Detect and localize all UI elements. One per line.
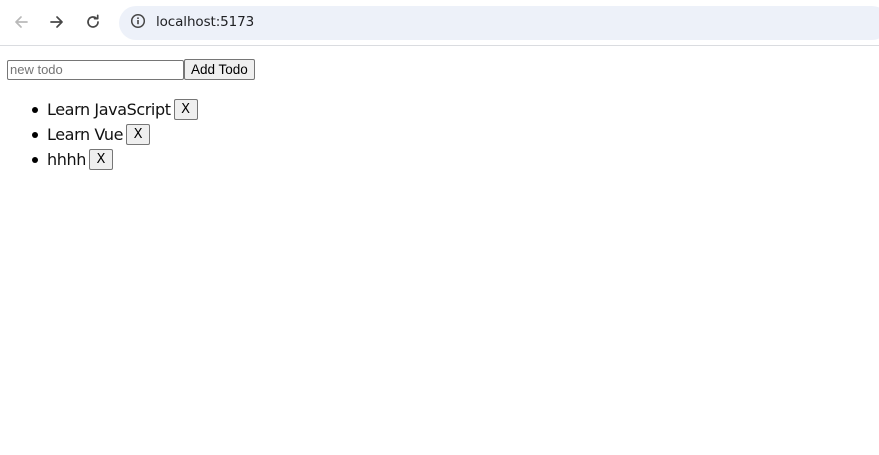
todo-text: Learn JavaScript (47, 100, 171, 119)
list-item: Learn Vue X (32, 122, 198, 147)
bullet-icon (32, 107, 38, 113)
add-todo-button[interactable]: Add Todo (184, 59, 255, 80)
todo-text: hhhh (47, 150, 86, 169)
address-bar[interactable]: localhost:5173 (119, 6, 879, 40)
site-info-button[interactable] (125, 10, 151, 36)
reload-button[interactable] (79, 8, 107, 36)
bullet-icon (32, 132, 38, 138)
arrow-left-icon (13, 14, 29, 30)
url-text[interactable]: localhost:5173 (156, 14, 254, 30)
list-item: Learn JavaScript X (32, 97, 198, 122)
delete-todo-button[interactable]: X (173, 99, 198, 120)
bullet-icon (32, 157, 38, 163)
arrow-right-icon (49, 14, 65, 30)
todo-text: Learn Vue (47, 125, 124, 144)
delete-todo-button[interactable]: X (126, 124, 151, 145)
todo-list: Learn JavaScript X Learn Vue X hhhh X (0, 97, 198, 172)
delete-todo-button[interactable]: X (88, 149, 113, 170)
browser-toolbar: localhost:5173 (0, 0, 879, 46)
page-content: Add Todo Learn JavaScript X Learn Vue X … (0, 47, 879, 455)
reload-icon (85, 14, 101, 30)
list-item: hhhh X (32, 147, 198, 172)
info-icon (130, 13, 146, 34)
new-todo-input[interactable] (7, 59, 184, 80)
forward-button[interactable] (43, 8, 71, 36)
todo-form: Add Todo (7, 59, 255, 80)
back-button[interactable] (7, 8, 35, 36)
